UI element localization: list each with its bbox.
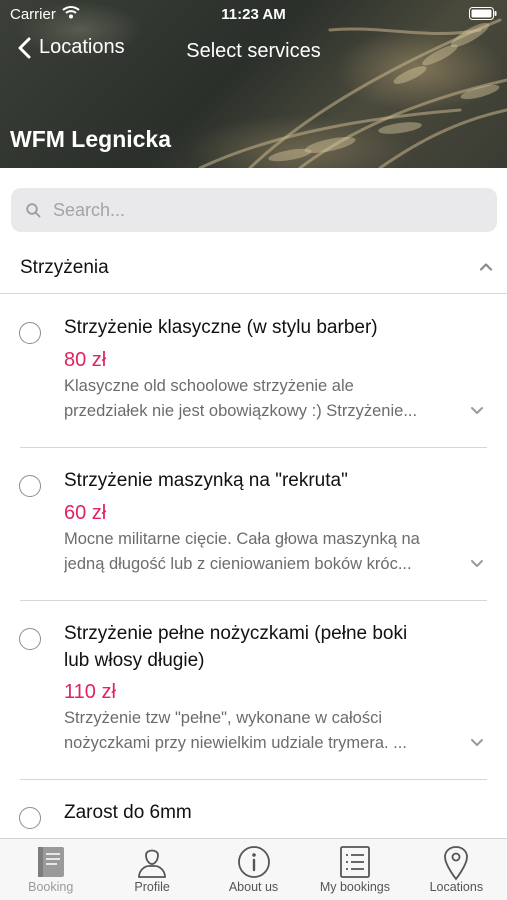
description-line: Strzyżenie tzw "pełne", wykonane w całoś…	[64, 709, 383, 727]
service-description: Klasyczne old schoolowe strzyżenie ale p…	[64, 374, 468, 424]
service-description: Mocne militarne cięcie. Cała głowa maszy…	[64, 527, 468, 577]
tab-label: Booking	[28, 880, 74, 894]
tab-about-us[interactable]: About us	[203, 839, 304, 900]
service-price: 110 zł	[64, 681, 116, 703]
tab-label: Profile	[134, 880, 170, 894]
tab-profile[interactable]: Profile	[101, 839, 202, 900]
tab-label: About us	[228, 880, 279, 894]
service-name: Strzyżenie maszynką na "rekruta"	[64, 470, 348, 491]
salon-name: WFM Legnicka	[10, 126, 172, 152]
description-line: przedziałek nie jest obowiązkowy :) Strz…	[64, 402, 418, 420]
service-price: 60 zł	[64, 502, 107, 524]
divider	[20, 447, 487, 448]
service-name: Zarost do 6mm	[64, 802, 192, 823]
description-line: Mocne militarne cięcie. Cała głowa maszy…	[64, 530, 420, 548]
tab-label: Locations	[429, 880, 484, 894]
search-bar	[11, 188, 497, 232]
service-item[interactable]: Strzyżenie maszynką na "rekruta" 60 zł M…	[0, 449, 507, 601]
service-radio[interactable]	[19, 807, 41, 829]
service-radio[interactable]	[19, 475, 41, 497]
page-title: Select services	[186, 40, 321, 62]
service-name: Strzyżenie pełne nożyczkami (pełne boki …	[64, 620, 464, 674]
map-pin-icon	[444, 846, 469, 881]
tab-bar: Booking Profile About us My bookings Loc…	[0, 838, 507, 900]
chevron-down-icon[interactable]	[470, 559, 484, 568]
service-item[interactable]: Strzyżenie pełne nożyczkami (pełne boki …	[0, 602, 507, 780]
service-radio[interactable]	[19, 322, 41, 344]
category-header[interactable]: Strzyżenia	[0, 244, 507, 294]
description-line: Klasyczne old schoolowe strzyżenie ale	[64, 377, 354, 395]
search-icon	[26, 202, 41, 217]
status-bar: Carrier 11:23 AM	[0, 0, 507, 30]
header-banner: Carrier 11:23 AM Locations Select servic…	[0, 0, 507, 168]
service-description: Strzyżenie tzw "pełne", wykonane w całoś…	[64, 706, 468, 756]
list-icon	[340, 846, 370, 878]
category-title: Strzyżenia	[20, 257, 109, 278]
tab-locations[interactable]: Locations	[406, 839, 507, 900]
description-line: jedną długość lub z cieniowaniem boków k…	[64, 555, 412, 573]
chevron-down-icon[interactable]	[470, 738, 484, 747]
divider	[20, 600, 487, 601]
chevron-up-icon	[479, 263, 493, 271]
battery-icon	[469, 7, 497, 20]
book-icon	[37, 847, 64, 877]
service-item[interactable]: Zarost do 6mm	[0, 781, 507, 838]
service-name-line: Strzyżenie pełne nożyczkami (pełne boki	[64, 623, 408, 644]
tab-my-bookings[interactable]: My bookings	[304, 839, 405, 900]
service-name: Strzyżenie klasyczne (w stylu barber)	[64, 317, 378, 338]
search-input[interactable]	[53, 199, 453, 221]
status-time: 11:23 AM	[221, 6, 286, 23]
service-radio[interactable]	[19, 628, 41, 650]
service-item[interactable]: Strzyżenie klasyczne (w stylu barber) 80…	[0, 296, 507, 448]
divider	[20, 779, 487, 780]
service-price: 80 zł	[64, 349, 107, 371]
description-line: nożyczkami przy niewielkim udziale tryme…	[64, 734, 407, 752]
person-icon	[138, 849, 167, 878]
info-icon	[237, 846, 270, 878]
chevron-down-icon[interactable]	[470, 406, 484, 415]
tab-booking[interactable]: Booking	[0, 839, 101, 900]
tab-label: My bookings	[319, 880, 391, 894]
service-name-line: lub włosy długie)	[64, 650, 205, 671]
